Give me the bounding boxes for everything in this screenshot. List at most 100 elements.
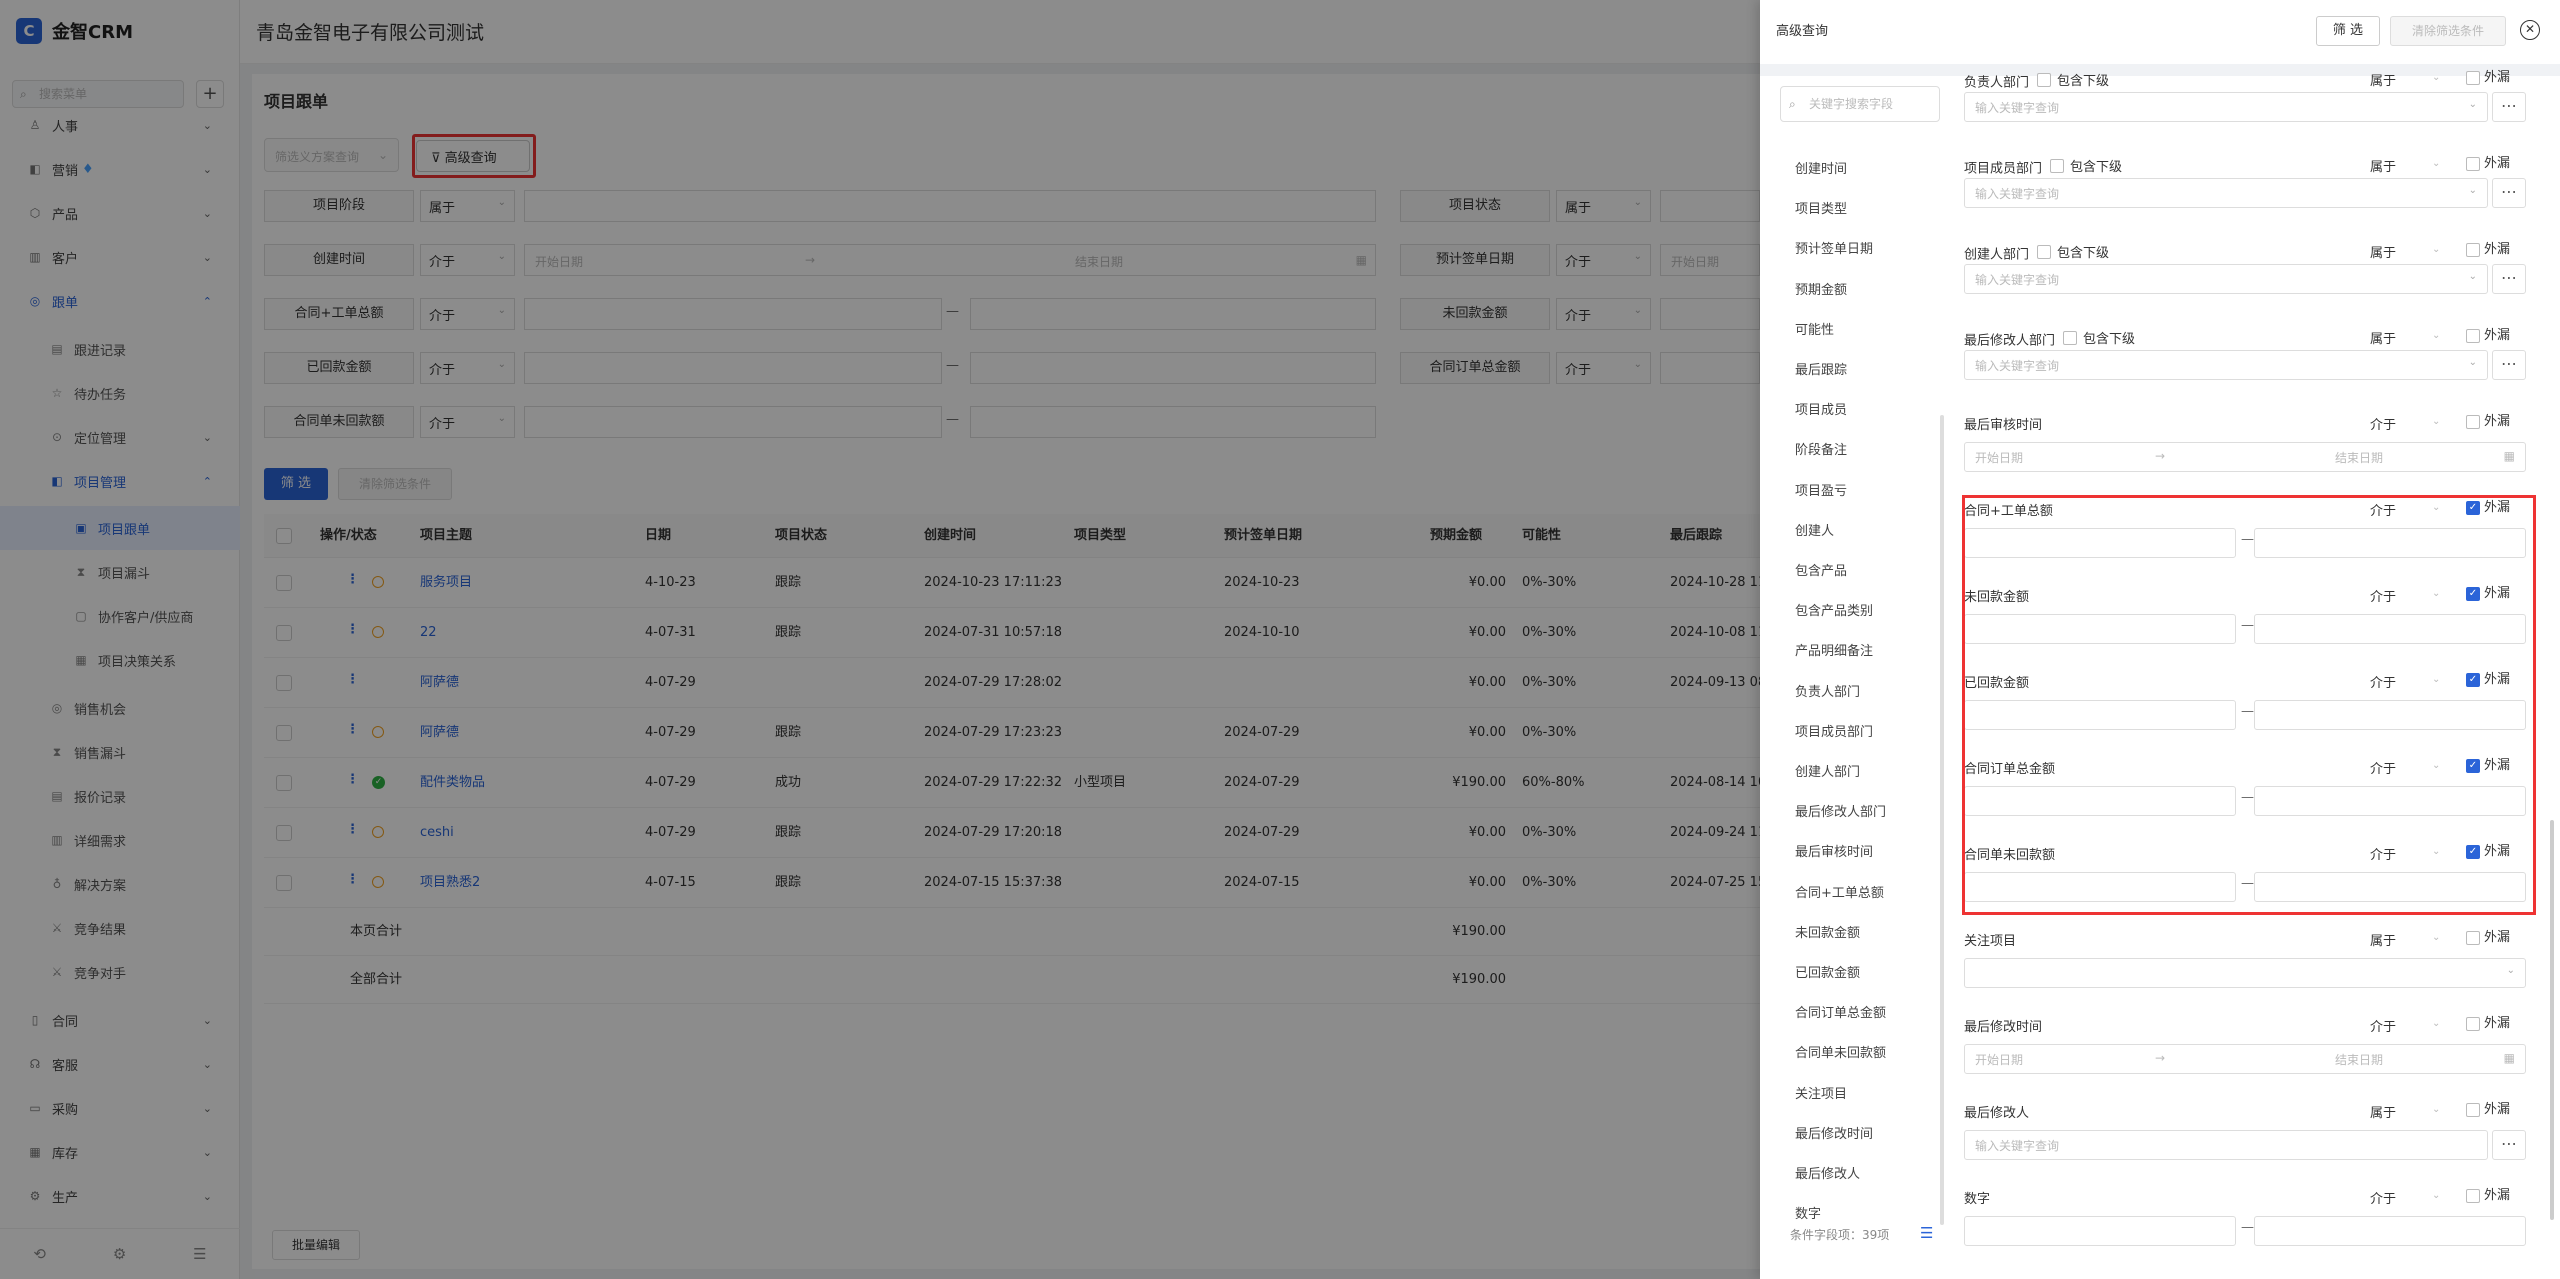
keyword-select[interactable]: 输入关键字查询 ⌄: [1964, 92, 2488, 122]
panel-scrollbar[interactable]: [2550, 820, 2554, 1220]
field-list-item[interactable]: 产品明细备注: [1795, 640, 1873, 660]
field-list-item[interactable]: 数字: [1795, 1203, 1821, 1223]
field-list-item[interactable]: 合同单未回款额: [1795, 1042, 1886, 1062]
condition-label: 数字: [1964, 1192, 1991, 1207]
field-list-item[interactable]: 最后修改时间: [1795, 1123, 1873, 1143]
exclude-toggle[interactable]: 外漏: [2466, 1098, 2510, 1117]
field-list-scrollbar[interactable]: [1940, 415, 1944, 1225]
exclude-toggle[interactable]: 外漏: [2466, 1184, 2510, 1203]
field-list-item[interactable]: 最后审核时间: [1795, 841, 1873, 861]
condition-label: 最后修改时间: [1964, 1020, 2043, 1035]
calendar-icon: ▦: [2503, 449, 2515, 463]
field-list-item[interactable]: 预计签单日期: [1795, 238, 1873, 258]
close-icon[interactable]: ✕: [2520, 20, 2540, 40]
more-options-button[interactable]: ⋯: [2492, 264, 2526, 294]
field-list-item[interactable]: 已回款金额: [1795, 962, 1860, 982]
exclude-toggle[interactable]: 外漏: [2466, 926, 2510, 945]
condition-op-select[interactable]: 属于: [2370, 242, 2396, 261]
condition-op-select[interactable]: 属于: [2370, 70, 2396, 89]
field-search-input[interactable]: ⌕ 关键字搜索字段: [1780, 86, 1940, 122]
field-settings-icon[interactable]: ☰: [1920, 1224, 1933, 1242]
include-sub-checkbox[interactable]: [2063, 330, 2078, 345]
exclude-toggle[interactable]: 外漏: [2466, 238, 2510, 257]
condition-op-select[interactable]: 属于: [2370, 328, 2396, 347]
keyword-select[interactable]: 输入关键字查询 ⌄: [1964, 178, 2488, 208]
more-options-button[interactable]: ⋯: [2492, 350, 2526, 380]
exclude-toggle[interactable]: 外漏: [2466, 66, 2510, 85]
more-options-button[interactable]: ⋯: [2492, 178, 2526, 208]
field-list-item[interactable]: 预期金额: [1795, 279, 1847, 299]
chevron-down-icon: ⌄: [2468, 99, 2477, 110]
field-list-item[interactable]: 阶段备注: [1795, 439, 1847, 459]
field-list-item[interactable]: 项目成员部门: [1795, 721, 1873, 741]
chevron-down-icon: ⌄: [2468, 357, 2477, 368]
condition-op-select[interactable]: 介于: [2370, 414, 2396, 433]
field-list-item[interactable]: 最后修改人部门: [1795, 801, 1886, 821]
chevron-down-icon: ⌄: [2432, 330, 2441, 341]
exclude-checkbox[interactable]: [2466, 1016, 2480, 1031]
field-list-item[interactable]: 创建时间: [1795, 158, 1847, 178]
field-list-item[interactable]: 项目类型: [1795, 198, 1847, 218]
date-range-input[interactable]: 开始日期 → 结束日期 ▦: [1964, 1044, 2526, 1074]
field-list-item[interactable]: 最后跟踪: [1795, 359, 1847, 379]
condition-op-select[interactable]: 介于: [2370, 1016, 2396, 1035]
chevron-down-icon: ⌄: [2432, 416, 2441, 427]
condition-op-select[interactable]: 属于: [2370, 156, 2396, 175]
condition-label: 最后审核时间: [1964, 418, 2043, 433]
field-list-item[interactable]: 最后修改人: [1795, 1163, 1860, 1183]
field-list-item[interactable]: 项目成员: [1795, 399, 1847, 419]
exclude-checkbox[interactable]: [2466, 930, 2480, 945]
condition-op-select[interactable]: 介于: [2370, 1188, 2396, 1207]
field-list-item[interactable]: 合同+工单总额: [1795, 882, 1884, 902]
exclude-toggle[interactable]: 外漏: [2466, 152, 2510, 171]
exclude-checkbox[interactable]: [2466, 242, 2480, 257]
exclude-toggle[interactable]: 外漏: [2466, 1012, 2510, 1031]
chevron-down-icon: ⌄: [2432, 932, 2441, 943]
include-sub-checkbox[interactable]: [2037, 72, 2052, 87]
modal-overlay[interactable]: [0, 0, 1760, 1279]
chevron-down-icon: ⌄: [2432, 1018, 2441, 1029]
condition-op-select[interactable]: 属于: [2370, 1102, 2396, 1121]
field-list-item[interactable]: 负责人部门: [1795, 681, 1860, 701]
field-list-item[interactable]: 项目盈亏: [1795, 480, 1847, 500]
include-sub-checkbox[interactable]: [2050, 158, 2065, 173]
more-options-button[interactable]: ⋯: [2492, 1130, 2526, 1160]
condition-label: 最后修改人: [1964, 1106, 2030, 1121]
chevron-down-icon: ⌄: [2506, 965, 2515, 976]
keyword-select[interactable]: 输入关键字查询 ⌄: [1964, 264, 2488, 294]
exclude-checkbox[interactable]: [2466, 328, 2480, 343]
include-sub-checkbox[interactable]: [2037, 244, 2052, 259]
value-select[interactable]: ⌄: [1964, 958, 2526, 988]
field-list-item[interactable]: 关注项目: [1795, 1083, 1847, 1103]
exclude-checkbox[interactable]: [2466, 1188, 2480, 1203]
range-max-input[interactable]: [2254, 1216, 2526, 1246]
exclude-checkbox[interactable]: [2466, 70, 2480, 85]
panel-clear-button[interactable]: 清除筛选条件: [2390, 16, 2506, 46]
exclude-toggle[interactable]: 外漏: [2466, 324, 2510, 343]
range-min-input[interactable]: [1964, 1216, 2236, 1246]
condition-label: 创建人部门 包含下级: [1964, 244, 2110, 263]
chevron-down-icon: ⌄: [2432, 72, 2441, 83]
field-list-item[interactable]: 可能性: [1795, 319, 1834, 339]
panel-title: 高级查询: [1776, 24, 1829, 39]
keyword-input[interactable]: 输入关键字查询: [1964, 1130, 2488, 1160]
field-list-item[interactable]: 未回款金额: [1795, 922, 1860, 942]
date-range-input[interactable]: 开始日期 → 结束日期 ▦: [1964, 442, 2526, 472]
condition-label: 关注项目: [1964, 934, 2017, 949]
exclude-checkbox[interactable]: [2466, 156, 2480, 171]
condition-op-select[interactable]: 属于: [2370, 930, 2396, 949]
keyword-select[interactable]: 输入关键字查询 ⌄: [1964, 350, 2488, 380]
field-list-item[interactable]: 创建人: [1795, 520, 1834, 540]
field-list-item[interactable]: 包含产品: [1795, 560, 1847, 580]
exclude-checkbox[interactable]: [2466, 414, 2480, 429]
field-list-item[interactable]: 包含产品类别: [1795, 600, 1873, 620]
field-count: 条件字段项：39项: [1790, 1228, 1890, 1242]
exclude-checkbox[interactable]: [2466, 1102, 2480, 1117]
arrow-right-icon: →: [2155, 449, 2166, 463]
advanced-query-panel: 高级查询 筛 选 清除筛选条件 ✕ ⌕ 关键字搜索字段 创建时间项目类型预计签单日…: [1760, 0, 2560, 1279]
exclude-toggle[interactable]: 外漏: [2466, 410, 2510, 429]
panel-filter-button[interactable]: 筛 选: [2316, 16, 2380, 46]
field-list-item[interactable]: 合同订单总金额: [1795, 1002, 1886, 1022]
more-options-button[interactable]: ⋯: [2492, 92, 2526, 122]
field-list-item[interactable]: 创建人部门: [1795, 761, 1860, 781]
